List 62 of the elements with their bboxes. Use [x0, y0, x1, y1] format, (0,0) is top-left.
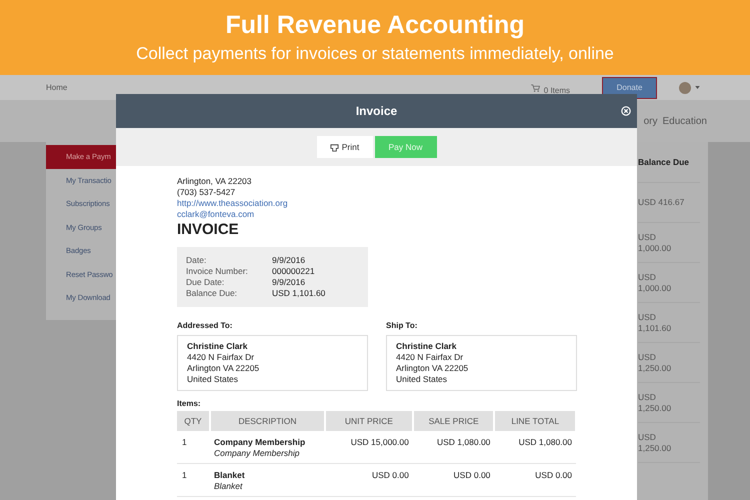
address-line: 4420 N Fairfax Dr — [187, 352, 256, 363]
contact-link[interactable]: cclark@fonteva.com — [177, 209, 577, 220]
item-name: Company Membership — [214, 437, 306, 448]
table-cell-text: USD 416.67 — [638, 197, 686, 208]
banner-title: Full Revenue Accounting — [225, 11, 525, 40]
nav-link[interactable]: Education — [662, 116, 707, 126]
section-heading: Ship To: — [386, 321, 418, 330]
column-header: SALE PRICE — [412, 411, 494, 431]
table-cell-text: USD 1,250.00 — [638, 392, 672, 414]
field-label: Date: — [186, 255, 208, 266]
address-line: United States — [396, 374, 448, 385]
table-cell: USD 1,080.00 — [412, 431, 494, 464]
table-cell-text: USD 1,250.00 — [638, 352, 672, 374]
item-name: Blanket — [214, 470, 246, 481]
address-line: (703) 537-5427 — [177, 187, 236, 198]
item-detail: Blanket — [214, 481, 244, 492]
field-value: 9/9/2016 — [272, 277, 306, 288]
contact-link[interactable]: http://www.theassociation.org — [177, 198, 577, 209]
table-cell: USD 0.00 — [412, 464, 494, 496]
section-heading: Addressed To: — [177, 321, 234, 330]
table-cell-text: USD 1,101.60 — [638, 312, 672, 334]
section-heading: Items: — [177, 399, 202, 408]
table-cell: 1 — [177, 431, 210, 464]
field-label: Balance Due: — [186, 288, 238, 299]
field-value: 000000221 — [272, 266, 316, 277]
field-label: Due Date: — [186, 277, 226, 288]
address-line: Arlington VA 22205 — [187, 363, 260, 374]
print-button[interactable]: Print — [316, 136, 372, 158]
table-cell: USD 0.00 — [494, 464, 576, 496]
invoice-heading: INVOICE — [177, 221, 240, 238]
field-value: 9/9/2016 — [272, 255, 306, 266]
contact-name: Christine Clark — [396, 341, 458, 352]
cart-count[interactable]: 0 Items — [544, 86, 570, 94]
home-link[interactable]: Home — [46, 83, 68, 92]
nav-link[interactable]: ory — [644, 116, 658, 126]
printer-icon — [330, 142, 339, 152]
address-line: Arlington VA 22205 — [396, 363, 470, 374]
column-heading: Balance Due — [638, 142, 700, 183]
banner-subtitle: Collect payments for invoices or statements immediately, online — [136, 44, 614, 64]
table-cell: USD 0.00 — [325, 464, 413, 496]
column-header: UNIT PRICE — [325, 411, 413, 431]
table-cell: USD 15,000.00 — [325, 431, 413, 464]
column-header: DESCRIPTION — [210, 411, 325, 431]
table-cell-text: USD 1,250.00 — [638, 432, 672, 454]
address-line: United States — [187, 374, 240, 385]
contact-name: Christine Clark — [187, 341, 248, 352]
column-header: LINE TOTAL — [494, 411, 576, 431]
avatar[interactable] — [679, 82, 691, 94]
caret-icon[interactable] — [695, 86, 700, 89]
table-cell-text: USD 1,000.00 — [638, 232, 672, 254]
address-line: 4420 N Fairfax Dr — [396, 352, 464, 363]
table-cell: 1 — [177, 464, 210, 496]
close-icon[interactable] — [621, 106, 631, 116]
field-value: USD 1,101.60 — [272, 288, 326, 299]
column-header: QTY — [177, 411, 210, 431]
field-label: Invoice Number: — [186, 266, 249, 277]
table-cell-text: USD 1,000.00 — [638, 272, 672, 294]
cart-icon[interactable] — [530, 84, 540, 92]
address-line: Arlington, VA 22203 — [177, 176, 253, 187]
item-detail: Company Membership — [214, 448, 301, 459]
table-cell: USD 1,080.00 — [494, 431, 576, 464]
modal-title: Invoice — [356, 104, 398, 118]
